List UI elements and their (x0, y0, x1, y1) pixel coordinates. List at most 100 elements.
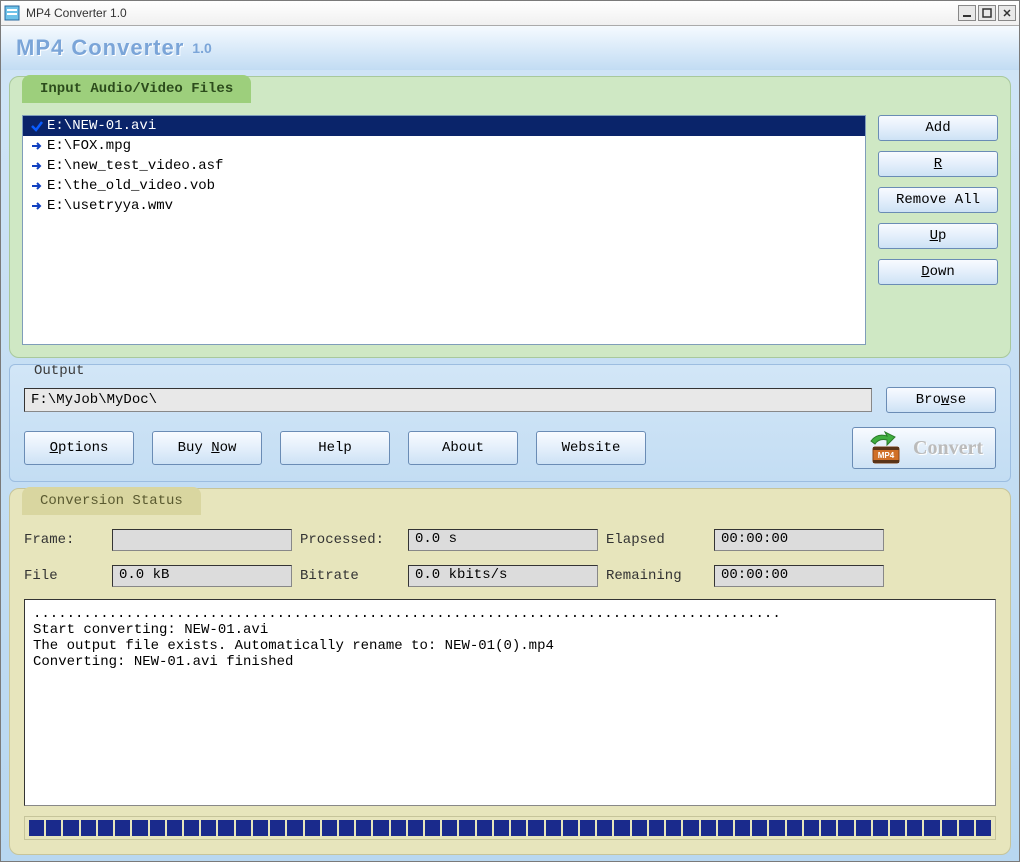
progress-segment (821, 820, 836, 836)
progress-segment (184, 820, 199, 836)
progress-segment (98, 820, 113, 836)
progress-segment (597, 820, 612, 836)
progress-segment (546, 820, 561, 836)
elapsed-value: 00:00:00 (714, 529, 884, 551)
about-button[interactable]: About (408, 431, 518, 465)
close-button[interactable] (998, 5, 1016, 21)
processed-label: Processed: (300, 532, 400, 548)
down-button[interactable]: Down (878, 259, 998, 285)
convert-label: Convert (913, 437, 983, 460)
progress-segment (29, 820, 44, 836)
arrow-right-icon (29, 139, 45, 153)
progress-segment (305, 820, 320, 836)
input-tab: Input Audio/Video Files (22, 75, 251, 103)
bitrate-label: Bitrate (300, 568, 400, 584)
app-version: 1.0 (192, 40, 211, 56)
svg-text:MP4: MP4 (878, 451, 895, 460)
progress-segment (666, 820, 681, 836)
help-button[interactable]: Help (280, 431, 390, 465)
progress-segment (924, 820, 939, 836)
arrow-right-icon (29, 199, 45, 213)
log-output[interactable]: ........................................… (24, 599, 996, 806)
progress-segment (339, 820, 354, 836)
progress-bar (24, 816, 996, 840)
progress-segment (63, 820, 78, 836)
elapsed-label: Elapsed (606, 532, 706, 548)
bitrate-value: 0.0 kbits/s (408, 565, 598, 587)
progress-segment (442, 820, 457, 836)
progress-segment (976, 820, 991, 836)
progress-segment (253, 820, 268, 836)
file-item[interactable]: E:\NEW-01.avi (23, 116, 865, 136)
status-panel: Conversion Status Frame: Processed: 0.0 … (9, 488, 1011, 855)
progress-segment (218, 820, 233, 836)
mp4-convert-icon: MP4 (865, 431, 905, 465)
check-icon (29, 119, 45, 133)
remove-button[interactable]: R (878, 151, 998, 177)
progress-segment (494, 820, 509, 836)
progress-segment (322, 820, 337, 836)
app-icon (4, 5, 20, 21)
progress-segment (787, 820, 802, 836)
output-path-input[interactable] (24, 388, 872, 412)
progress-segment (769, 820, 784, 836)
add-button[interactable]: Add (878, 115, 998, 141)
up-button[interactable]: Up (878, 223, 998, 249)
progress-segment (804, 820, 819, 836)
convert-button[interactable]: MP4 Convert (852, 427, 996, 469)
file-list[interactable]: E:\NEW-01.avi E:\FOX.mpg E:\new_test_video… (22, 115, 866, 345)
progress-segment (373, 820, 388, 836)
buy-now-button[interactable]: Buy Now (152, 431, 262, 465)
progress-segment (287, 820, 302, 836)
file-path: E:\new_test_video.asf (47, 158, 223, 174)
file-item[interactable]: E:\new_test_video.asf (23, 156, 865, 176)
progress-segment (150, 820, 165, 836)
input-panel: Input Audio/Video Files E:\NEW-01.aviE:\… (9, 76, 1011, 358)
progress-segment (563, 820, 578, 836)
status-tab: Conversion Status (22, 487, 201, 515)
file-path: E:\FOX.mpg (47, 138, 131, 154)
progress-segment (701, 820, 716, 836)
progress-segment (856, 820, 871, 836)
progress-segment (942, 820, 957, 836)
file-item[interactable]: E:\the_old_video.vob (23, 176, 865, 196)
progress-segment (873, 820, 888, 836)
window-title: MP4 Converter 1.0 (26, 6, 958, 20)
progress-segment (46, 820, 61, 836)
progress-segment (735, 820, 750, 836)
file-item[interactable]: E:\FOX.mpg (23, 136, 865, 156)
minimize-button[interactable] (958, 5, 976, 21)
arrow-right-icon (29, 159, 45, 173)
progress-segment (115, 820, 130, 836)
app-window: MP4 Converter 1.0 MP4 Converter 1.0 Inpu… (0, 0, 1020, 862)
remove-all-button[interactable]: Remove All (878, 187, 998, 213)
progress-segment (408, 820, 423, 836)
progress-segment (270, 820, 285, 836)
browse-button[interactable]: Browse (886, 387, 996, 413)
progress-segment (511, 820, 526, 836)
progress-segment (580, 820, 595, 836)
frame-value (112, 529, 292, 551)
output-label: Output (28, 363, 90, 379)
progress-segment (356, 820, 371, 836)
progress-segment (614, 820, 629, 836)
processed-value: 0.0 s (408, 529, 598, 551)
maximize-button[interactable] (978, 5, 996, 21)
progress-segment (391, 820, 406, 836)
progress-segment (752, 820, 767, 836)
progress-segment (683, 820, 698, 836)
progress-segment (236, 820, 251, 836)
progress-segment (632, 820, 647, 836)
output-panel: Output Browse Options Buy Now Help About… (9, 364, 1011, 482)
file-path: E:\NEW-01.avi (47, 118, 156, 134)
file-item[interactable]: E:\usetryya.wmv (23, 196, 865, 216)
progress-segment (425, 820, 440, 836)
website-button[interactable]: Website (536, 431, 646, 465)
progress-segment (459, 820, 474, 836)
app-name: MP4 Converter (16, 35, 184, 61)
options-button[interactable]: Options (24, 431, 134, 465)
progress-segment (907, 820, 922, 836)
progress-segment (890, 820, 905, 836)
file-value: 0.0 kB (112, 565, 292, 587)
progress-segment (477, 820, 492, 836)
